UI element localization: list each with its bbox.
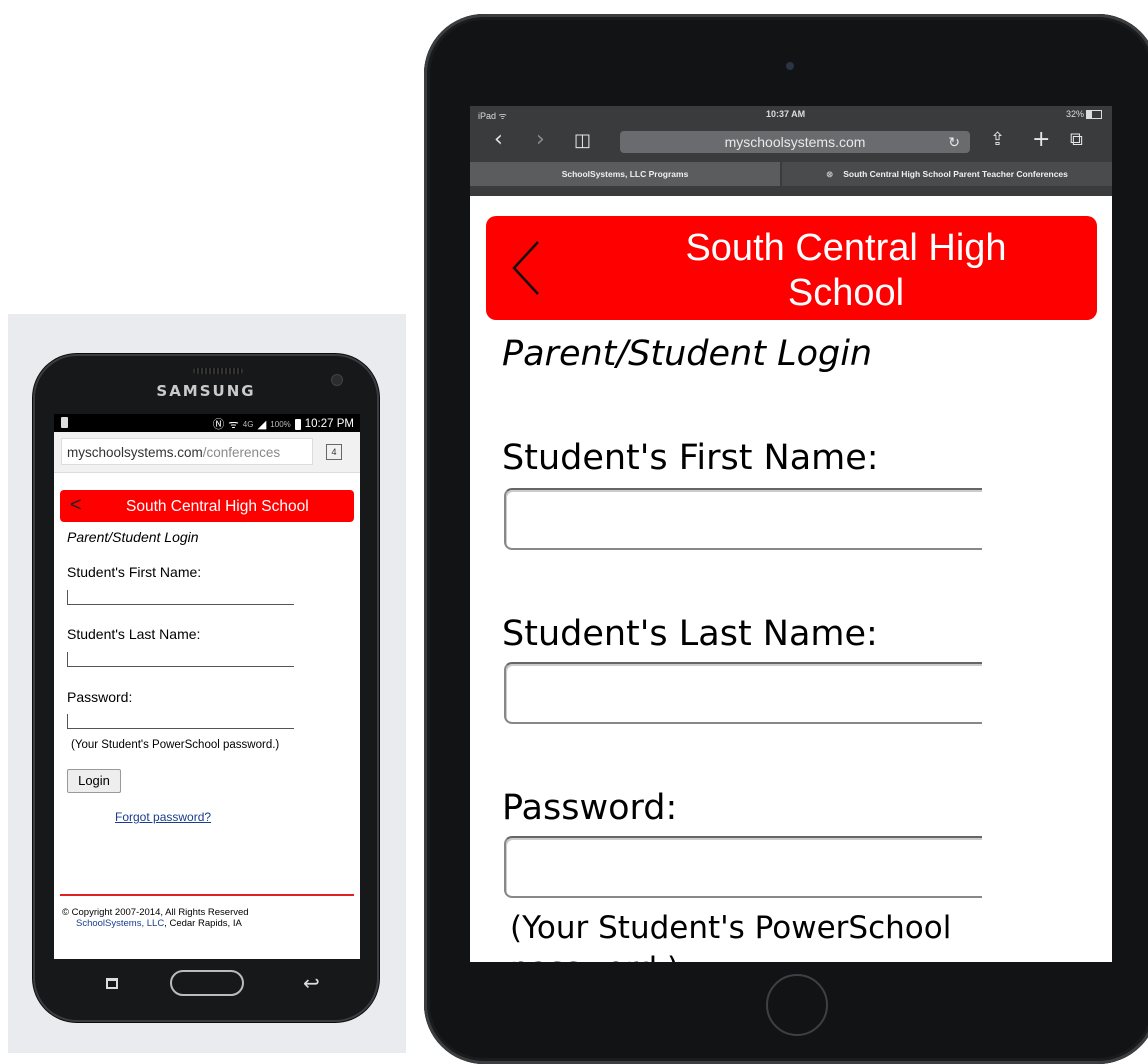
signal-icon: ◢ (257, 419, 267, 431)
footer-copyright: © Copyright 2007-2014, All Rights Reserv… (62, 907, 249, 929)
last-name-label: Student's Last Name: (502, 614, 878, 654)
phone-brand: SAMSUNG (156, 382, 256, 400)
password-label: Password: (67, 689, 133, 705)
ipad-home-button-icon[interactable] (766, 974, 828, 1036)
password-input[interactable] (504, 836, 982, 898)
phone-status-bar: Ⓝ ᯤ 4G ◢ 100% 10:27 PM (54, 414, 360, 432)
footer-divider (60, 894, 354, 896)
plus-icon[interactable]: + (1032, 127, 1050, 152)
last-name-label: Student's Last Name: (67, 626, 201, 642)
home-button-icon[interactable] (170, 970, 244, 996)
page-header: < South Central High School (60, 490, 354, 522)
forgot-password-link[interactable]: Forgot password? (115, 810, 211, 824)
first-name-input[interactable] (67, 590, 294, 605)
nfc-icon: Ⓝ (212, 419, 225, 431)
url-bar[interactable]: myschoolsystems.com ↻ (620, 131, 970, 153)
device-label: iPad ᯤ (478, 111, 507, 121)
last-name-input[interactable] (504, 662, 982, 724)
password-hint: (Your Student's PowerSchool password.) (510, 910, 952, 962)
tablet-screen: iPad ᯤ 10:37 AM 32% ‹ › ◫ myschoolsystem… (470, 106, 1112, 962)
tab-schoolsystems-programs[interactable]: SchoolSystems, LLC Programs (470, 162, 780, 186)
notification-icon (61, 417, 68, 428)
phone-screen: Ⓝ ᯤ 4G ◢ 100% 10:27 PM myschoolsystems.c… (54, 414, 360, 959)
status-time: 10:27 PM (304, 418, 354, 430)
first-name-label: Student's First Name: (67, 564, 202, 580)
back-chevron-icon[interactable] (508, 238, 542, 298)
tabs-icon[interactable]: ⧉ (1070, 129, 1083, 150)
login-subtitle: Parent/Student Login (502, 334, 873, 374)
ipad-tablet: iPad ᯤ 10:37 AM 32% ‹ › ◫ myschoolsystem… (424, 14, 1148, 1064)
tab-count-button[interactable]: 4 (326, 444, 342, 460)
wifi-icon: ᯤ (228, 418, 239, 431)
company-location: , Cedar Rapids, IA (164, 918, 242, 929)
first-name-input[interactable] (504, 488, 982, 550)
samsung-phone: SAMSUNG Ⓝ ᯤ 4G ◢ 100% 10:27 PM myschools… (33, 354, 379, 1022)
last-name-input[interactable] (67, 652, 294, 667)
recent-apps-icon[interactable] (106, 978, 118, 989)
password-label: Password: (502, 788, 678, 828)
page-title: South Central High School (685, 227, 1007, 314)
speaker-grille (193, 368, 243, 374)
chevron-left-icon[interactable]: ‹ (494, 127, 503, 152)
network-type: 4G (242, 419, 254, 429)
url-text: myschoolsystems.com (724, 134, 866, 150)
safari-toolbar: ‹ › ◫ myschoolsystems.com ↻ ⇪ + ⧉ (470, 122, 1112, 158)
safari-chrome: iPad ᯤ 10:37 AM 32% ‹ › ◫ myschoolsystem… (470, 106, 1112, 196)
android-nav-bar: ↩ (54, 960, 360, 1010)
url-path: /conferences (202, 445, 281, 460)
login-subtitle: Parent/Student Login (67, 529, 199, 545)
front-camera (331, 374, 343, 386)
status-time: 10:37 AM (766, 109, 806, 119)
reload-icon[interactable]: ↻ (948, 131, 960, 153)
android-back-icon[interactable]: ↩ (303, 971, 320, 996)
back-chevron-icon[interactable]: < (70, 494, 82, 517)
login-button[interactable]: Login (67, 769, 121, 793)
browser-toolbar: myschoolsystems.com/conferences 4 (54, 432, 360, 473)
battery-icon (1086, 110, 1102, 120)
close-tab-icon[interactable]: ⊗ (826, 169, 833, 179)
chevron-right-icon[interactable]: › (536, 127, 545, 152)
url-domain: myschoolsystems.com (67, 445, 203, 460)
battery-percent: 100% (270, 419, 291, 429)
url-bar[interactable]: myschoolsystems.com/conferences (61, 438, 313, 465)
battery-icon (294, 418, 301, 430)
page-header: South Central High School (486, 216, 1097, 320)
page-title: South Central High School (126, 498, 309, 515)
company-link[interactable]: SchoolSystems, LLC (76, 918, 164, 929)
front-camera (786, 62, 794, 70)
tab-conferences[interactable]: ⊗ South Central High School Parent Teache… (782, 162, 1112, 186)
tab-conferences-label: South Central High School Parent Teacher… (843, 169, 1068, 179)
tablet-status-bar: iPad ᯤ 10:37 AM 32% (470, 106, 1112, 122)
book-icon[interactable]: ◫ (574, 130, 591, 151)
share-icon[interactable]: ⇪ (990, 129, 1005, 150)
copyright-text: © Copyright 2007-2014, All Rights Reserv… (62, 907, 249, 918)
password-hint: (Your Student's PowerSchool password.) (71, 739, 280, 751)
battery-percent: 32% (1065, 109, 1084, 119)
first-name-label: Student's First Name: (502, 438, 879, 478)
safari-tab-bar: SchoolSystems, LLC Programs ⊗ South Centr… (470, 162, 1112, 186)
password-input[interactable] (67, 714, 294, 729)
